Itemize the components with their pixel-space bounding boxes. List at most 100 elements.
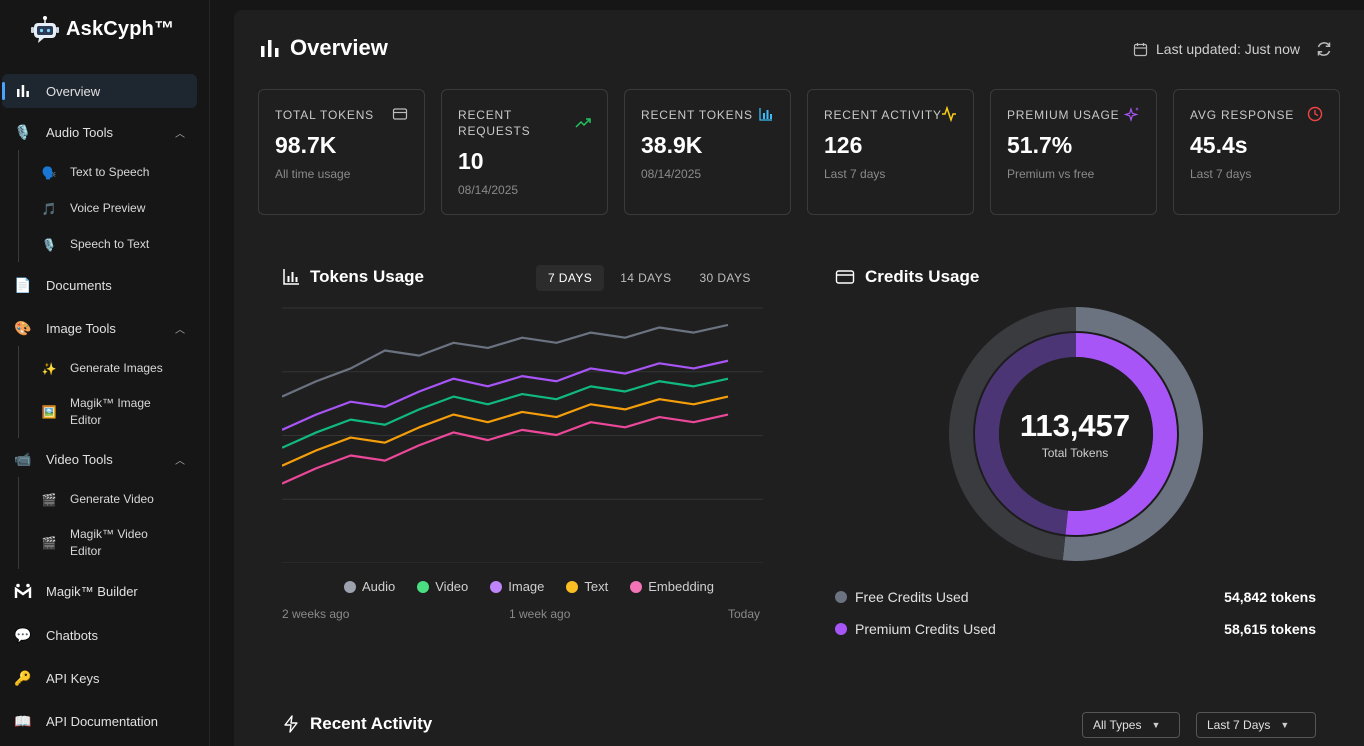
sidebar-item-magik-builder[interactable]: Magik™ Builder — [2, 574, 197, 608]
main-panel: Overview Last updated: Just now TOTAL TO… — [234, 10, 1364, 746]
legend-label: Audio — [362, 579, 396, 594]
music-note-icon: 🎵 — [41, 201, 57, 216]
credit-card-icon — [392, 108, 408, 120]
chevron-up-icon[interactable]: ︿ — [175, 321, 185, 336]
sidebar-item-api-keys[interactable]: 🔑 API Keys — [2, 661, 197, 695]
legend-label: Image — [508, 579, 545, 594]
legend-item-image[interactable]: Image — [490, 579, 544, 594]
activity-icon — [942, 106, 956, 122]
credits-usage-title: Credits Usage — [835, 267, 979, 287]
tab-7-days[interactable]: 7 DAYS — [536, 265, 605, 291]
card-title: PREMIUM USAGE — [1007, 108, 1120, 122]
sidebar-item-text-to-speech[interactable]: 🗣️ Text to Speech — [40, 164, 190, 181]
sidebar-item-label: Text to Speech — [70, 165, 150, 179]
sidebar-item-generate-video[interactable]: 🎬 Generate Video — [40, 491, 190, 508]
range-tabs: 7 DAYS 14 DAYS 30 DAYS — [536, 265, 763, 291]
tab-30-days[interactable]: 30 DAYS — [687, 265, 762, 291]
stat-card-recent-tokens: RECENT TOKENS 38.9K 08/14/2025 — [624, 89, 791, 215]
sidebar-item-label: Speech to Text — [70, 237, 150, 251]
sidebar-item-overview[interactable]: Overview — [2, 74, 197, 108]
sidebar-item-label: Magik™ Video Editor — [70, 527, 148, 558]
card-value: 126 — [824, 132, 863, 158]
speech-bubble-icon: 💬 — [14, 626, 32, 643]
select-value: All Types — [1093, 718, 1142, 732]
donut-total-label: Total Tokens — [1041, 446, 1109, 460]
legend-label: Video — [435, 579, 469, 594]
sidebar-item-label: Magik™ Image Editor — [70, 396, 151, 427]
card-title: RECENT REQUESTS — [458, 108, 531, 138]
page-title-text: Overview — [290, 35, 388, 60]
stat-card-recent-requests: RECENT REQUESTS 10 08/14/2025 — [441, 89, 608, 215]
type-filter-select[interactable]: All Types ▼ — [1082, 712, 1180, 738]
sidebar-item-image-tools[interactable]: 🎨 Image Tools ︿ — [2, 311, 197, 345]
app-logo[interactable]: AskCyph™ — [30, 14, 174, 44]
sidebar-item-label: Overview — [46, 83, 101, 99]
card-value: 45.4s — [1190, 132, 1248, 158]
chevron-up-icon[interactable]: ︿ — [175, 452, 185, 467]
section-title-text: Recent Activity — [310, 714, 433, 733]
legend-dot — [835, 623, 847, 635]
document-icon: 📄 — [14, 276, 32, 293]
submenu-line — [18, 346, 19, 438]
sidebar-item-label: API Documentation — [46, 713, 159, 729]
legend-label: Embedding — [648, 579, 715, 594]
sidebar-item-video-tools[interactable]: 📹 Video Tools ︿ — [2, 442, 197, 476]
bar-chart-icon — [759, 108, 772, 121]
legend-item-video[interactable]: Video — [417, 579, 468, 594]
card-subtext: Last 7 days — [1190, 167, 1252, 181]
legend-item-audio[interactable]: Audio — [344, 579, 395, 594]
sidebar-item-voice-preview[interactable]: 🎵 Voice Preview — [40, 200, 190, 217]
refresh-icon[interactable] — [1314, 39, 1334, 59]
select-value: Last 7 Days — [1207, 718, 1271, 732]
bar-chart-icon — [14, 82, 32, 100]
legend-dot — [630, 580, 643, 593]
tokens-usage-chart — [282, 307, 763, 563]
card-value: 51.7% — [1007, 132, 1073, 158]
tab-14-days[interactable]: 14 DAYS — [608, 265, 683, 291]
credit-value: 58,615 tokens — [1224, 621, 1316, 637]
chart-legend: Audio Video Image Text Embedding — [344, 579, 714, 594]
card-title: RECENT ACTIVITY — [824, 108, 942, 122]
series-line-embedding — [282, 413, 729, 485]
clapper-icon: 🎬 — [41, 492, 57, 507]
legend-item-text[interactable]: Text — [566, 579, 608, 594]
card-value: 38.9K — [641, 132, 703, 158]
recent-activity-title: Recent Activity — [282, 714, 432, 734]
submenu-line — [18, 477, 19, 569]
card-subtext: 08/14/2025 — [458, 183, 519, 197]
section-title-text: Credits Usage — [865, 267, 980, 286]
legend-label: Text — [584, 579, 609, 594]
robot-logo-icon — [31, 16, 59, 43]
magik-logo-icon — [14, 582, 32, 600]
sidebar-item-documents[interactable]: 📄 Documents — [2, 268, 197, 302]
legend-item-embedding[interactable]: Embedding — [630, 579, 714, 594]
sidebar-item-magik-video-editor[interactable]: 🎬 Magik™ Video Editor — [40, 526, 190, 560]
card-title: TOTAL TOKENS — [275, 108, 374, 122]
palette-icon: 🎨 — [14, 319, 32, 336]
donut-center: 113,457 Total Tokens — [975, 408, 1175, 460]
stat-card-avg-response: AVG RESPONSE 45.4s Last 7 days — [1173, 89, 1340, 215]
card-subtext: Last 7 days — [824, 167, 886, 181]
sidebar-item-label: Magik™ Builder — [46, 583, 138, 599]
sidebar-item-chatbots[interactable]: 💬 Chatbots — [2, 618, 197, 652]
time-filter-select[interactable]: Last 7 Days ▼ — [1196, 712, 1316, 738]
x-axis-label: Today — [728, 607, 761, 621]
key-icon: 🔑 — [14, 669, 32, 686]
x-axis-label: 1 week ago — [509, 607, 571, 621]
sidebar-item-generate-images[interactable]: ✨ Generate Images — [40, 360, 190, 377]
bar-chart-icon — [261, 40, 279, 57]
sidebar-item-speech-to-text[interactable]: 🎙️ Speech to Text — [40, 236, 190, 253]
card-title: RECENT TOKENS — [641, 108, 753, 122]
section-title-text: Tokens Usage — [310, 267, 425, 286]
clapper-icon: 🎬 — [41, 536, 57, 550]
last-updated: Last updated: Just now — [1133, 41, 1300, 57]
sidebar-item-api-documentation[interactable]: 📖 API Documentation — [2, 704, 197, 738]
chevron-up-icon[interactable]: ︿ — [175, 125, 185, 140]
credit-value: 54,842 tokens — [1224, 589, 1316, 605]
sparkles-icon: ✨ — [41, 361, 57, 376]
stat-card-total-tokens: TOTAL TOKENS 98.7K All time usage — [258, 89, 425, 215]
sidebar-item-magik-image-editor[interactable]: 🖼️ Magik™ Image Editor — [40, 395, 190, 429]
sidebar: AskCyph™ Overview 🎙️ Audio Tools ︿ 🗣️ Te… — [0, 0, 210, 746]
sidebar-item-audio-tools[interactable]: 🎙️ Audio Tools ︿ — [2, 115, 197, 149]
sidebar-item-label: Audio Tools — [46, 124, 113, 140]
